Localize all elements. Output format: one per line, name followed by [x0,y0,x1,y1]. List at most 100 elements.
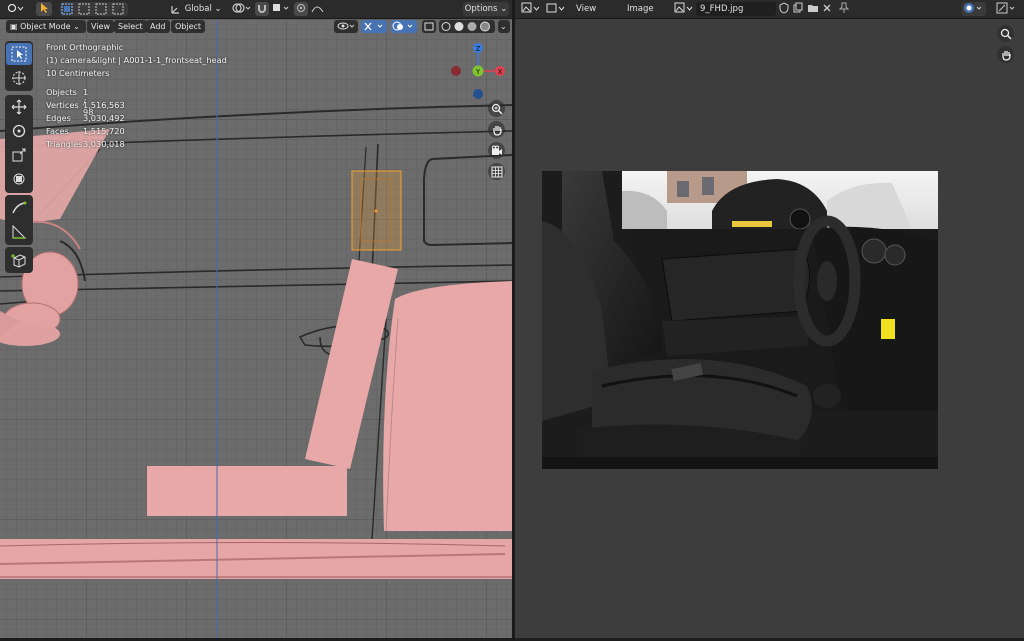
xray-icon [424,22,434,31]
pivot-point-dropdown[interactable] [230,2,252,16]
camera-icon [491,145,502,155]
options-label: Options [464,4,498,14]
options-dropdown[interactable]: Options ⌄ [463,2,509,16]
menu-select[interactable]: Select [114,20,147,33]
tool-rotate[interactable] [6,120,32,142]
copy-icon [793,2,803,13]
stat-label: Faces [46,126,69,136]
perspective-toggle-button[interactable] [488,163,505,180]
gizmo-toggle[interactable] [361,20,387,33]
tool-cursor[interactable] [6,67,32,89]
transform-orientation-icon [171,5,179,14]
scale-icon [12,148,26,162]
xray-toggle[interactable] [422,20,436,33]
menu-view[interactable]: View [576,2,596,16]
overlays-toggle[interactable] [391,20,417,33]
zoom-icon [491,103,503,115]
sidebar-icon [996,2,1015,14]
snap-toggle[interactable] [255,2,269,16]
tool-select-box[interactable] [6,43,32,65]
zoom-icon [1000,28,1012,40]
stat-label: Triangles [46,139,83,149]
cursor-arrow-icon [41,3,48,13]
close-icon [823,4,831,12]
view-mode-dropdown[interactable] [545,2,567,16]
image-name-label: 9_FHD.jpg [700,4,744,14]
axis-neg-x-handle[interactable] [451,66,461,76]
chevron-down-icon: ⌄ [73,22,80,31]
proportional-edit-toggle[interactable] [294,2,308,16]
tool-annotate[interactable] [6,197,32,219]
fake-user-button[interactable] [778,2,790,16]
stat-triangles: Triangles 3,030,018 [46,139,125,149]
transform-orientation-dropdown[interactable]: Global ⌄ [170,2,225,16]
viewport-menu-bar: ▣ Object Mode ⌄ View Select Add Object ⌄ [0,19,512,35]
open-image-button[interactable] [806,2,820,16]
view-name: Front Orthographic [46,42,124,52]
pin-icon [838,2,850,13]
tool-measure[interactable] [6,221,32,243]
menu-view[interactable]: View [87,20,114,33]
image-name-field[interactable]: 9_FHD.jpg [696,2,776,16]
falloff-dropdown[interactable] [310,2,326,16]
car-interior-photo [542,171,938,469]
pan-button[interactable] [997,46,1014,63]
tool-add-cube[interactable] [6,249,32,271]
editor-type-button[interactable] [520,2,542,16]
grid-scale-label: 10 Centimeters [46,68,110,78]
shading-options-dropdown[interactable]: ⌄ [498,20,510,33]
menu-image[interactable]: Image [627,2,654,16]
axis-neg-z-handle[interactable] [473,89,483,99]
image-editor[interactable] [515,19,1024,638]
mode-icon: ▣ [10,22,18,31]
stat-label: Edges [46,113,71,123]
rotate-icon [12,124,26,138]
select-tool-button[interactable] [36,2,52,16]
axis-z-label: Z [476,45,481,53]
pan-button[interactable] [488,121,505,138]
new-image-button[interactable] [792,2,804,16]
pin-button[interactable] [838,2,850,16]
snap-target-dropdown[interactable] [270,2,292,16]
stat-value: 3,030,018 [83,139,125,149]
stat-value: 1,515,720 [83,126,125,136]
select-mode-buttons[interactable] [60,2,128,16]
stat-label: Objects [46,87,77,97]
zoom-button[interactable] [997,25,1014,42]
proportional-edit-icon [297,4,305,12]
sidebar-toggle[interactable] [995,2,1019,16]
cursor-3d-icon [12,71,26,85]
display-channels-dropdown[interactable] [962,2,986,16]
camera-view-button[interactable] [488,142,505,159]
stat-label: Vertices [46,100,79,110]
stat-value: 1,516,563 [83,100,125,110]
chevron-down-icon: ⌄ [500,4,508,14]
browse-image-button[interactable] [673,2,695,16]
unlink-image-button[interactable] [821,2,833,16]
stat-faces: Faces 1,515,720 [46,126,125,136]
stat-value: 3,030,492 [83,113,125,123]
active-object-label: (1) camera&light | A001-1-1_frontseat_he… [46,55,227,65]
stat-vertices: Vertices 1,516,563 [46,100,125,110]
grid-icon [491,166,502,177]
tool-scale[interactable] [6,144,32,166]
3d-viewport[interactable]: ▣ Object Mode ⌄ View Select Add Object ⌄… [0,19,512,638]
image-browse-icon [674,2,693,13]
eye-icon [337,22,355,30]
shading-modes[interactable] [439,20,495,33]
editor-type-button[interactable] [4,2,26,16]
menu-add[interactable]: Add [146,20,170,33]
tool-move[interactable] [6,96,32,118]
zoom-button[interactable] [488,100,505,117]
tool-transform[interactable] [6,168,32,190]
stat-objects: Objects 1 / 98 [46,87,93,117]
gizmo-icon [364,22,383,31]
move-icon [11,99,27,115]
visibility-dropdown[interactable] [334,20,358,33]
chevron-down-icon: ⌄ [214,4,222,14]
hand-icon [1001,50,1011,61]
overlays-icon [392,21,413,31]
mode-dropdown[interactable]: ▣ Object Mode ⌄ [6,20,86,33]
menu-object[interactable]: Object [171,20,206,33]
image-editor-header-bar: View Image 9_FHD.jpg [515,0,1024,19]
